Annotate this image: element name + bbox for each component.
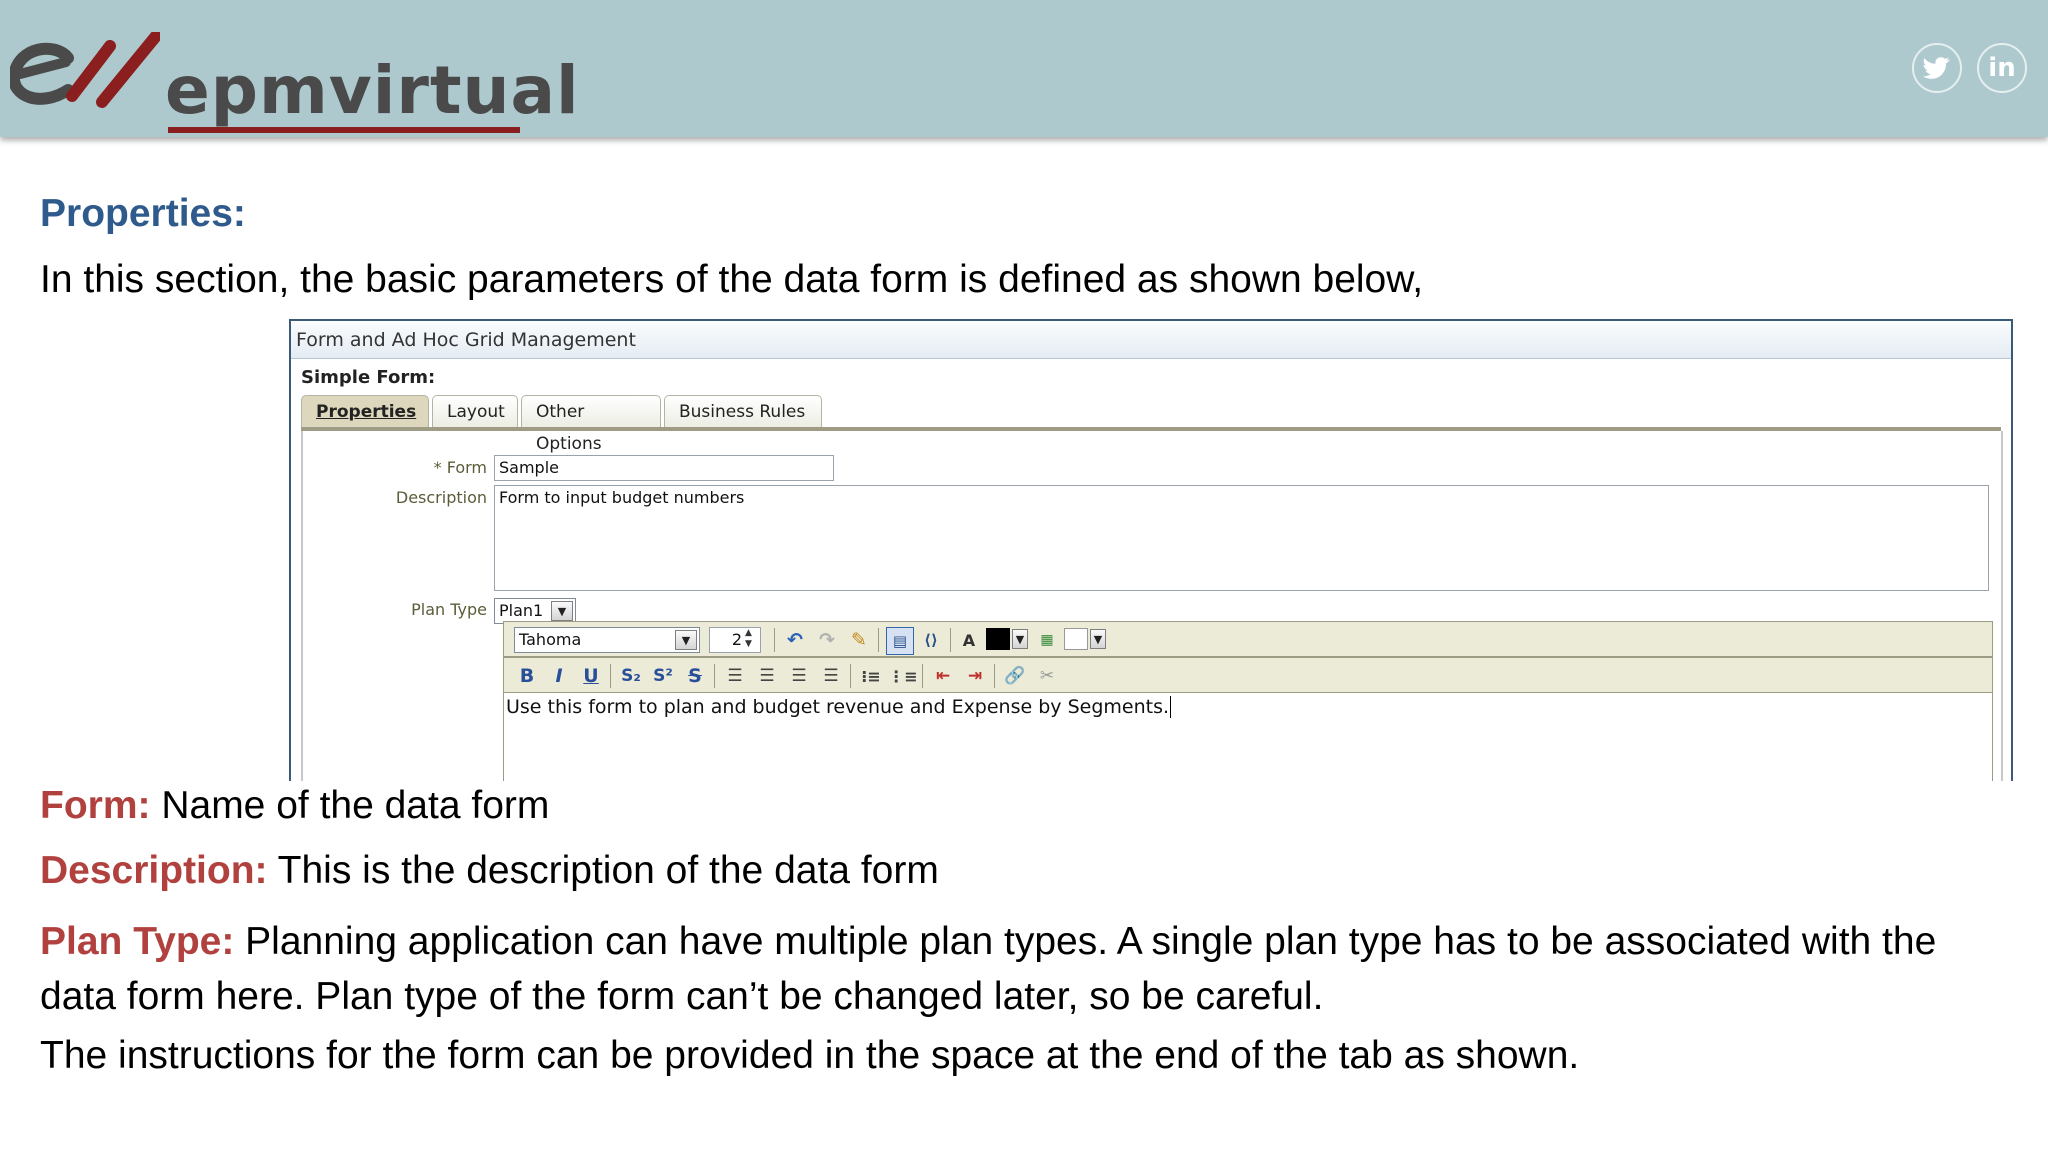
background-color-swatch[interactable] (1064, 628, 1088, 650)
toolbar-separator (850, 664, 851, 688)
twitter-button[interactable] (1912, 43, 1962, 93)
instructions-text: Use this form to plan and budget revenue… (506, 696, 1170, 718)
align-right-icon[interactable]: ☰ (786, 663, 812, 689)
properties-panel: * Form Sample Description Form to input … (301, 431, 2003, 781)
bold-icon[interactable]: B (514, 663, 540, 689)
editor-toolbar-top: Tahoma ▼ 2 ▲ ▼ ↶ ↷ ✎ ▤ ⟨⟩ A ▼ ▦ ▼ (503, 621, 1993, 657)
toolbar-separator (922, 664, 923, 688)
undo-icon[interactable]: ↶ (782, 627, 808, 653)
indent-icon[interactable]: ⇥ (962, 663, 988, 689)
tab-layout[interactable]: Layout (432, 395, 518, 427)
align-center-icon[interactable]: ☰ (754, 663, 780, 689)
tab-other-options[interactable]: Other Options (521, 395, 661, 454)
stepper-arrows-icon[interactable]: ▲ ▼ (745, 628, 752, 650)
term-description: Description: (40, 849, 268, 892)
definition-text: Planning application can have multiple p… (40, 920, 1937, 1018)
tab-business-rules[interactable]: Business Rules (664, 395, 822, 427)
brand-logo[interactable]: epmvirtual (10, 32, 579, 133)
font-color-swatch[interactable] (986, 628, 1010, 650)
font-family-value: Tahoma (519, 630, 582, 649)
form-name-input[interactable]: Sample (494, 455, 834, 481)
twitter-icon (1923, 57, 1950, 79)
toolbar-separator (950, 628, 951, 652)
description-textarea[interactable]: Form to input budget numbers (494, 485, 1989, 591)
align-left-icon[interactable]: ☰ (722, 663, 748, 689)
section-heading: Properties: (40, 192, 246, 235)
toolbar-separator (774, 628, 775, 652)
toolbar-separator (714, 664, 715, 688)
eraser-icon[interactable]: ✎ (846, 627, 872, 653)
tab-properties[interactable]: Properties (301, 395, 429, 427)
design-view-icon[interactable]: ▤ (886, 627, 914, 655)
definition-description: Description: This is the description of … (40, 849, 939, 893)
form-name-label: * Form (433, 458, 487, 477)
plan-type-label: Plan Type (411, 600, 487, 619)
chevron-down-icon[interactable]: ▼ (1012, 629, 1028, 649)
logo-mark-icon (10, 32, 160, 108)
description-label: Description (395, 488, 487, 507)
unlink-icon[interactable]: ✂ (1034, 663, 1060, 689)
intro-text: In this section, the basic parameters of… (40, 258, 1424, 301)
underline-icon[interactable]: U (578, 663, 604, 689)
linkedin-icon: in (1988, 53, 2016, 83)
term-form: Form: (40, 784, 151, 827)
redo-icon[interactable]: ↷ (814, 627, 840, 653)
font-size-value: 2 (731, 630, 742, 649)
strikethrough-icon[interactable]: S (682, 663, 708, 689)
font-family-select[interactable]: Tahoma ▼ (514, 627, 700, 653)
instructions-editor[interactable]: Use this form to plan and budget revenue… (503, 690, 1993, 781)
term-plan-type: Plan Type: (40, 920, 235, 963)
justify-icon[interactable]: ☰ (818, 663, 844, 689)
closing-text: The instructions for the form can be pro… (40, 1034, 1580, 1077)
source-view-icon[interactable]: ⟨⟩ (918, 627, 944, 653)
window-title: Form and Ad Hoc Grid Management (291, 321, 2011, 359)
background-color-icon[interactable]: ▦ (1034, 627, 1060, 653)
simple-form-label: Simple Form: (301, 367, 436, 388)
font-size-stepper[interactable]: 2 (709, 627, 761, 653)
subscript-icon[interactable]: S₂ (618, 663, 644, 689)
bullet-list-icon[interactable]: ⁝≡ (858, 663, 884, 689)
toolbar-separator (610, 664, 611, 688)
definition-text: Name of the data form (150, 784, 550, 827)
form-management-window: Form and Ad Hoc Grid Management Simple F… (289, 319, 2013, 781)
numbered-list-icon[interactable]: ⋮≡ (888, 663, 917, 689)
outdent-icon[interactable]: ⇤ (930, 663, 956, 689)
chevron-down-icon[interactable]: ▼ (675, 630, 697, 650)
editor-toolbar-bottom: B I U S₂ S² S ☰ ☰ ☰ ☰ ⁝≡ ⋮≡ ⇤ ⇥ 🔗 ✂ (503, 657, 1993, 693)
definition-text: This is the description of the data form (267, 849, 939, 892)
link-icon[interactable]: 🔗 (1002, 663, 1028, 689)
linkedin-button[interactable]: in (1977, 43, 2027, 93)
toolbar-separator (878, 628, 879, 652)
definition-plan-type: Plan Type: Planning application can have… (40, 914, 2015, 1024)
plan-type-value: Plan1 (499, 601, 544, 620)
font-color-icon[interactable]: A (956, 627, 982, 653)
toolbar-separator (994, 664, 995, 688)
header-band: epmvirtual in (0, 0, 2048, 137)
chevron-down-icon[interactable]: ▼ (1090, 629, 1106, 649)
definition-form: Form: Name of the data form (40, 784, 549, 828)
brand-name: epmvirtual (165, 52, 580, 129)
italic-icon[interactable]: I (546, 663, 572, 689)
text-caret (1170, 696, 1172, 718)
superscript-icon[interactable]: S² (650, 663, 676, 689)
brand-underline (168, 127, 520, 133)
chevron-down-icon[interactable]: ▼ (551, 601, 573, 621)
